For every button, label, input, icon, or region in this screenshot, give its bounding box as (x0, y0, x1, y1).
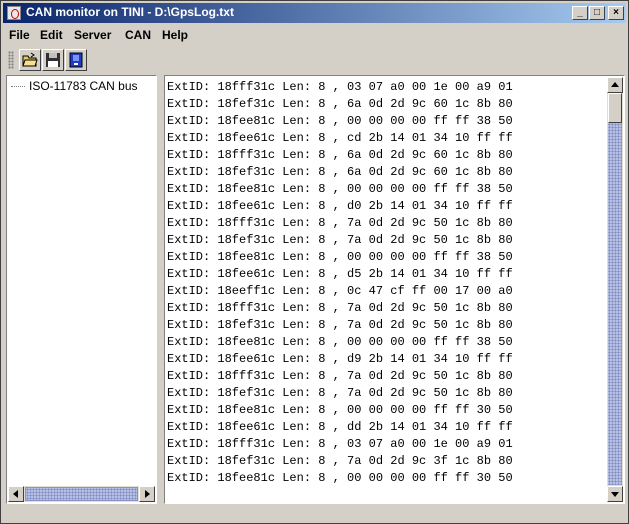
status-bar (3, 507, 626, 521)
log-line: ExtID: 18fee61c Len: 8 , cd 2b 14 01 34 … (167, 131, 513, 145)
log-line: ExtID: 18fee61c Len: 8 , d5 2b 14 01 34 … (167, 267, 513, 281)
scroll-up-arrow-icon[interactable] (607, 77, 623, 93)
log-line: ExtID: 18fff31c Len: 8 , 6a 0d 2d 9c 60 … (167, 148, 513, 162)
app-icon[interactable] (7, 6, 21, 20)
connect-icon (69, 52, 83, 68)
menu-bar: File Edit Server CAN Help (3, 25, 626, 45)
open-folder-icon (22, 52, 38, 67)
scroll-right-arrow-icon[interactable] (139, 486, 155, 502)
log-line: ExtID: 18fef31c Len: 8 , 6a 0d 2d 9c 60 … (167, 165, 513, 179)
vertical-scroll-thumb[interactable] (608, 93, 622, 123)
tree-node-label: ISO-11783 CAN bus (29, 79, 138, 93)
log-text-area[interactable]: ExtID: 18fff31c Len: 8 , 03 07 a0 00 1e … (167, 79, 607, 487)
app-window: CAN monitor on TINI - D:\GpsLog.txt _ □ … (0, 0, 629, 524)
log-line: ExtID: 18fff31c Len: 8 , 7a 0d 2d 9c 50 … (167, 301, 513, 315)
log-line: ExtID: 18fee81c Len: 8 , 00 00 00 00 ff … (167, 471, 513, 485)
connect-button[interactable] (65, 49, 87, 71)
toolbar (3, 47, 626, 73)
log-line: ExtID: 18fef31c Len: 8 , 6a 0d 2d 9c 60 … (167, 97, 513, 111)
save-disk-icon (46, 53, 60, 67)
save-button[interactable] (42, 49, 64, 71)
log-vertical-scrollbar[interactable] (607, 77, 623, 502)
tree-panel[interactable]: ISO-11783 CAN bus (6, 75, 157, 504)
log-line: ExtID: 18fee81c Len: 8 , 00 00 00 00 ff … (167, 182, 513, 196)
menu-server[interactable]: Server (74, 28, 111, 42)
menu-can[interactable]: CAN (125, 28, 151, 42)
scroll-left-arrow-icon[interactable] (8, 486, 24, 502)
scroll-down-arrow-icon[interactable] (607, 486, 623, 502)
menu-edit[interactable]: Edit (40, 28, 63, 42)
minimize-button[interactable]: _ (572, 6, 588, 20)
log-line: ExtID: 18fef31c Len: 8 , 7a 0d 2d 9c 50 … (167, 318, 513, 332)
log-line: ExtID: 18fee81c Len: 8 , 00 00 00 00 ff … (167, 403, 513, 417)
horizontal-scroll-thumb[interactable] (25, 487, 138, 501)
menu-help[interactable]: Help (162, 28, 188, 42)
log-line: ExtID: 18fff31c Len: 8 , 03 07 a0 00 1e … (167, 80, 513, 94)
log-line: ExtID: 18fee61c Len: 8 , d0 2b 14 01 34 … (167, 199, 513, 213)
toolbar-grip[interactable] (8, 51, 14, 69)
log-line: ExtID: 18fee61c Len: 8 , d9 2b 14 01 34 … (167, 352, 513, 366)
title-bar[interactable]: CAN monitor on TINI - D:\GpsLog.txt _ □ … (3, 3, 626, 23)
log-line: ExtID: 18fff31c Len: 8 , 7a 0d 2d 9c 50 … (167, 216, 513, 230)
window-title: CAN monitor on TINI - D:\GpsLog.txt (26, 5, 234, 19)
tree-horizontal-scrollbar[interactable] (8, 486, 155, 502)
log-line: ExtID: 18fef31c Len: 8 , 7a 0d 2d 9c 50 … (167, 386, 513, 400)
log-line: ExtID: 18fef31c Len: 8 , 7a 0d 2d 9c 50 … (167, 233, 513, 247)
log-line: ExtID: 18fee61c Len: 8 , dd 2b 14 01 34 … (167, 420, 513, 434)
log-line: ExtID: 18fff31c Len: 8 , 03 07 a0 00 1e … (167, 437, 513, 451)
vertical-scroll-track[interactable] (608, 123, 622, 485)
log-line: ExtID: 18fee81c Len: 8 , 00 00 00 00 ff … (167, 114, 513, 128)
log-line: ExtID: 18fff31c Len: 8 , 7a 0d 2d 9c 50 … (167, 369, 513, 383)
log-line: ExtID: 18fee81c Len: 8 , 00 00 00 00 ff … (167, 335, 513, 349)
open-button[interactable] (19, 49, 41, 71)
log-line: ExtID: 18eeff1c Len: 8 , 0c 47 cf ff 00 … (167, 284, 513, 298)
tree-node-can-bus[interactable]: ISO-11783 CAN bus (11, 79, 138, 93)
menu-file[interactable]: File (9, 28, 30, 42)
close-button[interactable]: × (608, 6, 624, 20)
log-panel[interactable]: ExtID: 18fff31c Len: 8 , 03 07 a0 00 1e … (164, 75, 625, 504)
maximize-button[interactable]: □ (589, 6, 605, 20)
log-line: ExtID: 18fee81c Len: 8 , 00 00 00 00 ff … (167, 250, 513, 264)
log-line: ExtID: 18fef31c Len: 8 , 7a 0d 2d 9c 3f … (167, 454, 513, 468)
tree-connector (11, 86, 25, 88)
